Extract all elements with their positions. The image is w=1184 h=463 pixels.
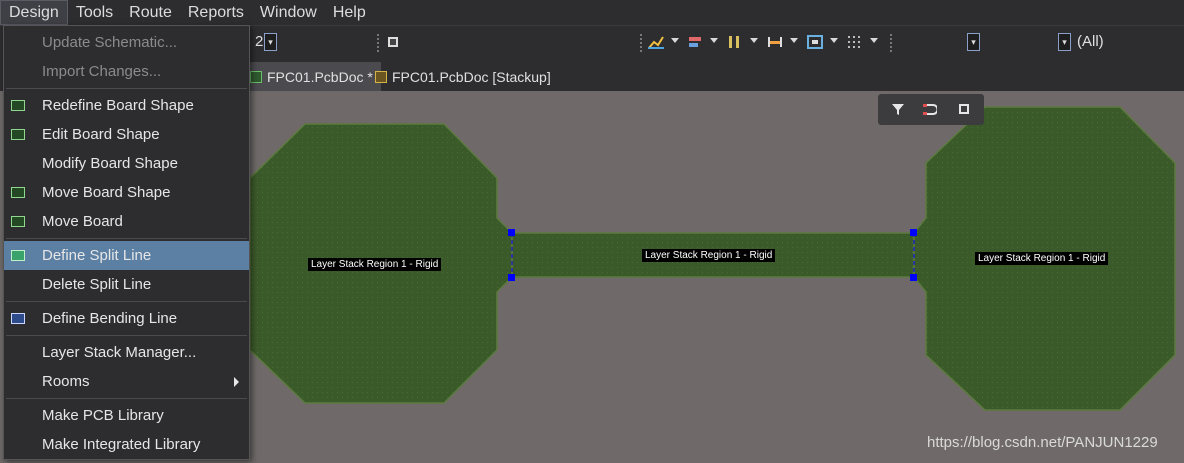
menu-item-rooms[interactable]: Rooms bbox=[4, 367, 249, 396]
menu-item-layer-stack-manager[interactable]: Layer Stack Manager... bbox=[4, 338, 249, 367]
menu-separator bbox=[6, 238, 247, 239]
move-board-shape-icon bbox=[11, 187, 25, 198]
select-chip-icon[interactable] bbox=[956, 101, 972, 117]
filter-icon[interactable] bbox=[891, 103, 905, 116]
split-handle[interactable] bbox=[910, 229, 917, 236]
design-menu-dropdown: Update Schematic... Import Changes... Re… bbox=[3, 25, 250, 460]
board-shape-icon bbox=[11, 100, 25, 111]
split-line-icon bbox=[11, 250, 25, 261]
split-handle[interactable] bbox=[508, 274, 515, 281]
split-handle[interactable] bbox=[910, 274, 917, 281]
snap-magnet-icon[interactable] bbox=[921, 103, 937, 116]
menu-item-edit-board-shape[interactable]: Edit Board Shape bbox=[4, 120, 249, 149]
menu-item-move-board[interactable]: Move Board bbox=[4, 207, 249, 236]
menu-item-update-schematic[interactable]: Update Schematic... bbox=[4, 28, 249, 57]
menu-separator bbox=[6, 398, 247, 399]
menu-separator bbox=[6, 335, 247, 336]
chevron-right-icon bbox=[234, 377, 239, 387]
bending-line-icon bbox=[11, 313, 25, 324]
menu-item-redefine-board-shape[interactable]: Redefine Board Shape bbox=[4, 91, 249, 120]
move-board-icon bbox=[11, 216, 25, 227]
menu-item-delete-split-line[interactable]: Delete Split Line bbox=[4, 270, 249, 299]
region-label-left: Layer Stack Region 1 - Rigid bbox=[308, 258, 442, 271]
menu-item-define-split-line[interactable]: Define Split Line bbox=[4, 241, 249, 270]
region-label-right: Layer Stack Region 1 - Rigid bbox=[975, 252, 1109, 265]
region-label-center: Layer Stack Region 1 - Rigid bbox=[642, 249, 776, 262]
menu-separator bbox=[6, 301, 247, 302]
edit-board-icon bbox=[11, 129, 25, 140]
watermark: https://blog.csdn.net/PANJUN1229 bbox=[927, 434, 1158, 451]
floating-toolbar bbox=[878, 94, 984, 125]
menu-item-move-board-shape[interactable]: Move Board Shape bbox=[4, 178, 249, 207]
menu-item-define-bending-line[interactable]: Define Bending Line bbox=[4, 304, 249, 333]
menu-item-make-pcb-library[interactable]: Make PCB Library bbox=[4, 401, 249, 430]
menu-separator bbox=[6, 88, 247, 89]
split-handle[interactable] bbox=[508, 229, 515, 236]
menu-item-modify-board-shape[interactable]: Modify Board Shape bbox=[4, 149, 249, 178]
menu-item-make-integrated-library[interactable]: Make Integrated Library bbox=[4, 430, 249, 459]
menu-item-import-changes[interactable]: Import Changes... bbox=[4, 57, 249, 86]
